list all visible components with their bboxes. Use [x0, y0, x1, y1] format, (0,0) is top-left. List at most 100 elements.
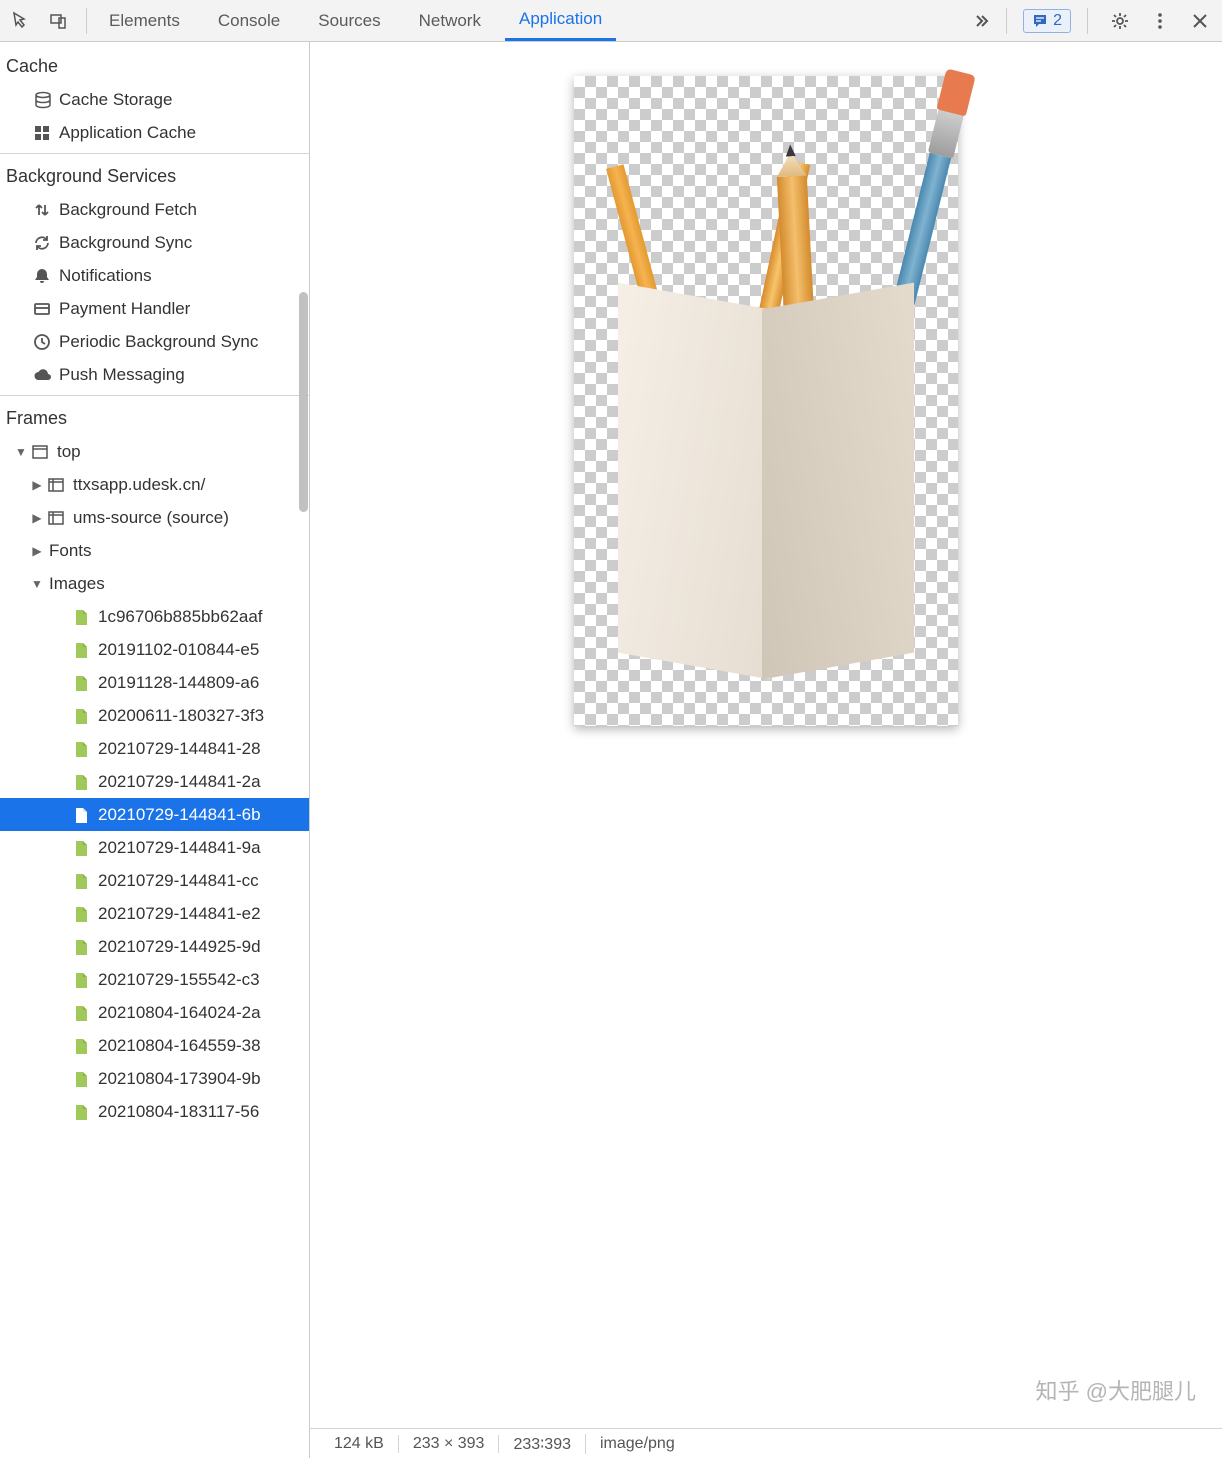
- image-file-item[interactable]: 20210729-155542-c3: [0, 963, 309, 996]
- messages-count: 2: [1053, 12, 1062, 30]
- file-name: 20210729-144841-9a: [98, 838, 261, 858]
- file-icon: [72, 1103, 92, 1121]
- more-options-button[interactable]: [1144, 5, 1176, 37]
- tab-sources[interactable]: Sources: [304, 2, 394, 40]
- file-icon: [72, 641, 92, 659]
- disclosure-icon: ▼: [30, 577, 44, 591]
- sidebar-item-periodic-background-sync[interactable]: Periodic Background Sync: [0, 325, 309, 358]
- file-icon: [72, 872, 92, 890]
- item-label: Notifications: [54, 266, 152, 286]
- status-dimensions: 233 × 393: [399, 1435, 500, 1453]
- node-label: Fonts: [44, 541, 92, 561]
- frame-node-ttxsapp-udesk-cn-[interactable]: ▶ ttxsapp.udesk.cn/: [0, 468, 309, 501]
- tab-console[interactable]: Console: [204, 2, 294, 40]
- file-name: 20210729-144841-cc: [98, 871, 259, 891]
- close-icon: [1191, 12, 1209, 30]
- image-file-item[interactable]: 20210729-144841-9a: [0, 831, 309, 864]
- file-icon: [72, 1070, 92, 1088]
- sidebar-item-background-fetch[interactable]: Background Fetch: [0, 193, 309, 226]
- image-file-item[interactable]: 20210729-144841-2a: [0, 765, 309, 798]
- image-file-item[interactable]: 20210729-144841-cc: [0, 864, 309, 897]
- sidebar-item-notifications[interactable]: Notifications: [0, 259, 309, 292]
- status-ratio: 233∶393: [499, 1434, 586, 1454]
- file-icon: [72, 905, 92, 923]
- frame-node-ums-source-source-[interactable]: ▶ums-source (source): [0, 501, 309, 534]
- preview-body: 知乎 @大肥腿儿: [310, 42, 1222, 1428]
- sidebar-item-push-messaging[interactable]: Push Messaging: [0, 358, 309, 391]
- file-name: 20191102-010844-e5: [98, 640, 259, 660]
- bell-icon: [30, 267, 54, 285]
- sidebar-item-payment-handler[interactable]: Payment Handler: [0, 292, 309, 325]
- file-name: 1c96706b885bb62aaf: [98, 607, 263, 627]
- image-file-item[interactable]: 20210729-144841-e2: [0, 897, 309, 930]
- item-label: Background Sync: [54, 233, 192, 253]
- tab-network[interactable]: Network: [405, 2, 495, 40]
- image-file-item[interactable]: 20210729-144841-28: [0, 732, 309, 765]
- gear-icon: [1110, 11, 1130, 31]
- sidebar-item-cache-storage[interactable]: Cache Storage: [0, 83, 309, 116]
- toolbar-left: [6, 5, 95, 37]
- file-name: 20210804-164024-2a: [98, 1003, 261, 1023]
- file-name: 20210804-164559-38: [98, 1036, 261, 1056]
- image-file-item[interactable]: 20210804-173904-9b: [0, 1062, 309, 1095]
- item-label: Application Cache: [54, 123, 196, 143]
- image-file-item[interactable]: 20191128-144809-a6: [0, 666, 309, 699]
- image-file-item[interactable]: 20210729-144925-9d: [0, 930, 309, 963]
- scrollbar-thumb[interactable]: [299, 292, 308, 512]
- devtools-tabs: Elements Console Sources Network Application: [95, 0, 966, 41]
- file-name: 20210729-144841-6b: [98, 805, 261, 825]
- inspect-element-button[interactable]: [6, 5, 38, 37]
- sidebar-item-application-cache[interactable]: Application Cache: [0, 116, 309, 149]
- sidebar-item-background-sync[interactable]: Background Sync: [0, 226, 309, 259]
- toolbar-divider: [86, 8, 87, 34]
- close-devtools-button[interactable]: [1184, 5, 1216, 37]
- file-name: 20210729-144925-9d: [98, 937, 261, 957]
- database-icon: [30, 91, 54, 109]
- section-divider: [0, 395, 309, 396]
- node-label: Images: [44, 574, 105, 594]
- item-label: Background Fetch: [54, 200, 197, 220]
- frame-node-fonts[interactable]: ▶Fonts: [0, 534, 309, 567]
- image-file-item[interactable]: 20191102-010844-e5: [0, 633, 309, 666]
- image-file-item[interactable]: 20200611-180327-3f3: [0, 699, 309, 732]
- item-label: Push Messaging: [54, 365, 185, 385]
- frames-top-node[interactable]: ▼ top: [0, 435, 309, 468]
- disclosure-icon: ▶: [30, 511, 44, 525]
- image-file-item[interactable]: 20210804-164559-38: [0, 1029, 309, 1062]
- window-icon: [28, 443, 52, 461]
- image-file-item[interactable]: 20210729-144841-6b: [0, 798, 309, 831]
- file-icon: [72, 773, 92, 791]
- more-tabs-button[interactable]: [966, 5, 998, 37]
- main-area: Cache Cache StorageApplication Cache Bac…: [0, 42, 1222, 1458]
- item-label: Periodic Background Sync: [54, 332, 258, 352]
- tab-application[interactable]: Application: [505, 0, 616, 41]
- file-icon: [72, 938, 92, 956]
- device-icon: [48, 11, 68, 31]
- node-label: ttxsapp.udesk.cn/: [68, 475, 205, 495]
- devtools-toolbar: Elements Console Sources Network Application…: [0, 0, 1222, 42]
- device-toggle-button[interactable]: [42, 5, 74, 37]
- file-name: 20210729-144841-e2: [98, 904, 261, 924]
- kebab-icon: [1151, 12, 1169, 30]
- disclosure-icon: ▶: [30, 478, 44, 492]
- disclosure-icon: ▶: [30, 544, 44, 558]
- image-file-item[interactable]: 20210804-164024-2a: [0, 996, 309, 1029]
- settings-button[interactable]: [1104, 5, 1136, 37]
- file-name: 20210804-183117-56: [98, 1102, 259, 1122]
- card-icon: [30, 300, 54, 318]
- frame-node-images[interactable]: ▼Images: [0, 567, 309, 600]
- section-divider: [0, 153, 309, 154]
- image-file-item[interactable]: 1c96706b885bb62aaf: [0, 600, 309, 633]
- tab-elements[interactable]: Elements: [95, 2, 194, 40]
- file-icon: [72, 806, 92, 824]
- pencil-holder-illustration: [574, 76, 958, 726]
- toolbar-right: 2: [998, 5, 1216, 37]
- grid-icon: [30, 124, 54, 142]
- image-file-item[interactable]: 20210804-183117-56: [0, 1095, 309, 1128]
- file-name: 20210729-144841-28: [98, 739, 261, 759]
- application-sidebar: Cache Cache StorageApplication Cache Bac…: [0, 42, 310, 1458]
- file-icon: [72, 740, 92, 758]
- console-messages-badge[interactable]: 2: [1023, 9, 1071, 33]
- file-name: 20191128-144809-a6: [98, 673, 259, 693]
- message-icon: [1032, 13, 1048, 29]
